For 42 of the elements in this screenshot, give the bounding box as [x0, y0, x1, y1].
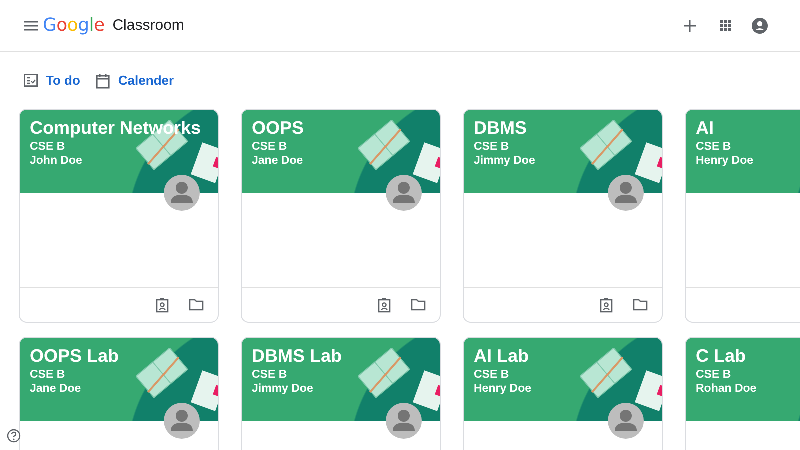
class-section: CSE B: [30, 369, 208, 381]
teacher-name: Jimmy Doe: [474, 155, 536, 167]
teacher-name: Henry Doe: [474, 383, 533, 395]
class-title[interactable]: OOPS: [252, 118, 304, 139]
document-drawing: [188, 370, 218, 412]
class-section: CSE B: [474, 141, 652, 153]
class-title[interactable]: DBMS Lab: [252, 346, 342, 367]
google-logo: Google: [43, 15, 105, 36]
nav-link[interactable]: To do: [24, 73, 80, 88]
document-drawing: [632, 142, 662, 184]
checklist-icon: [24, 74, 38, 87]
avatar-icon: [386, 175, 422, 211]
document-drawing: [410, 370, 440, 412]
avatar-icon: [608, 175, 644, 211]
class-section: CSE B: [252, 369, 430, 381]
class-section: CSE B: [30, 141, 208, 153]
teacher-name: John Doe: [30, 155, 84, 167]
class-section: CSE B: [696, 369, 800, 381]
class-title[interactable]: C Lab: [696, 346, 746, 367]
calendar-icon: [96, 72, 110, 88]
teacher-name: Jane Doe: [252, 155, 304, 167]
class-section: CSE B: [696, 141, 800, 153]
class-title[interactable]: AI: [696, 118, 714, 139]
teacher-name: Jane Doe: [30, 383, 82, 395]
class-title[interactable]: AI Lab: [474, 346, 530, 367]
document-drawing: [410, 142, 440, 184]
class-title[interactable]: DBMS: [474, 118, 527, 139]
document-drawing: [632, 370, 662, 412]
nav-link[interactable]: Calender: [96, 72, 174, 88]
class-section: CSE B: [474, 369, 652, 381]
avatar-icon: [386, 403, 422, 439]
avatar-icon: [164, 175, 200, 211]
document-drawing: [188, 142, 218, 184]
avatar-icon: [608, 403, 644, 439]
class-section: CSE B: [252, 141, 430, 153]
teacher-name: Rohan Doe: [696, 383, 758, 395]
teacher-name: Henry Doe: [696, 155, 755, 167]
avatar-icon: [164, 403, 200, 439]
help-icon[interactable]: [7, 429, 21, 443]
teacher-name: Jimmy Doe: [252, 383, 314, 395]
app-title: Classroom: [112, 17, 184, 34]
class-title[interactable]: OOPS Lab: [30, 346, 120, 367]
